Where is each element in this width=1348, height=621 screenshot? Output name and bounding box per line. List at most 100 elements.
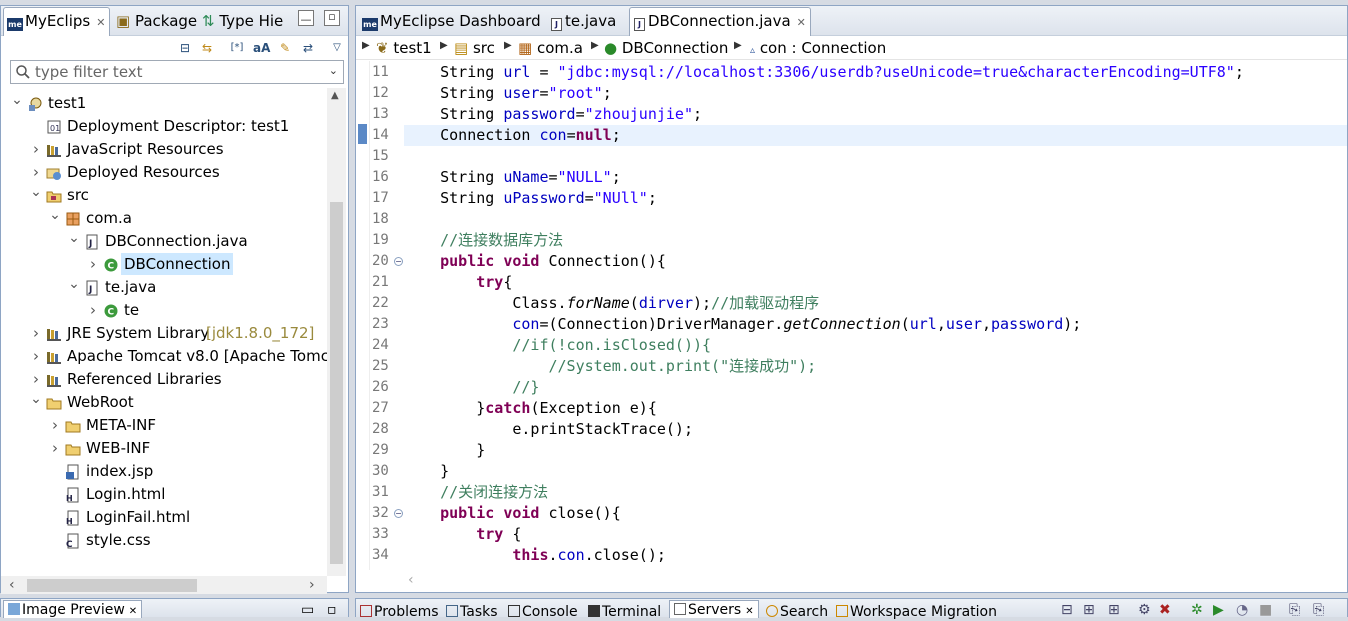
code-line[interactable]: } — [404, 440, 1347, 461]
tree-item[interactable]: › JavaScript Resources — [1, 138, 327, 160]
tree-item[interactable]: H LoginFail.html — [1, 506, 327, 528]
code-line[interactable]: String uPassword="NUll"; — [404, 188, 1347, 209]
filter-box[interactable]: ⌄ — [10, 60, 344, 84]
tab-te-java[interactable]: Jte.java — [547, 8, 620, 34]
clean-icon[interactable]: ⎘ — [1313, 601, 1324, 619]
configure-icon[interactable]: ⚙ — [1138, 601, 1151, 619]
tab-search[interactable]: Search — [766, 603, 828, 621]
tree-item[interactable]: ⌄ com.a — [1, 207, 327, 229]
breadcrumb-src[interactable]: ▤ src — [454, 39, 495, 57]
chevron-right-icon[interactable]: › — [87, 299, 99, 321]
tree-item[interactable]: ⌄ src — [1, 184, 327, 206]
tree-item[interactable]: ⌄ Jte.java — [1, 276, 327, 298]
maximize-button[interactable]: ▫ — [327, 601, 337, 619]
profile-server-icon[interactable]: ◔ — [1236, 601, 1248, 619]
scroll-left-icon[interactable]: ‹ — [9, 577, 15, 593]
tree-item[interactable]: ⌄ WebRoot — [1, 391, 327, 413]
code-line[interactable] — [404, 146, 1347, 167]
code-line[interactable]: e.printStackTrace(); — [404, 419, 1347, 440]
code-line[interactable]: public void Connection(){ — [404, 251, 1347, 272]
code-line[interactable] — [404, 209, 1347, 230]
maximize-button[interactable]: ▫ — [324, 10, 340, 26]
close-icon[interactable]: ✕ — [96, 16, 105, 29]
close-icon[interactable]: ✕ — [797, 16, 806, 29]
tab-terminal[interactable]: Terminal — [588, 603, 661, 621]
scroll-thumb[interactable] — [330, 202, 343, 564]
code-line[interactable]: //if(!con.isClosed()){ — [404, 335, 1347, 356]
filter-icon[interactable]: [*] — [229, 40, 245, 56]
code-line[interactable]: //} — [404, 377, 1347, 398]
code-line[interactable]: //System.out.print("连接成功"); — [404, 356, 1347, 377]
tab-servers[interactable]: Servers ✕ — [669, 600, 759, 618]
tab-problems[interactable]: Problems — [360, 603, 439, 621]
close-icon[interactable]: ✕ — [129, 606, 137, 617]
code-line[interactable]: this.con.close(); — [404, 545, 1347, 566]
tree-item[interactable]: ⌄ J DBConnection.java — [1, 230, 327, 252]
fold-toggle-icon[interactable]: − — [394, 257, 403, 266]
expand-icon[interactable]: ⊞ — [1083, 601, 1095, 619]
tree-item[interactable]: › Deployed Resources — [1, 161, 327, 183]
publish-icon[interactable]: ⎘ — [1289, 601, 1300, 619]
chevron-right-icon[interactable]: › — [30, 345, 42, 367]
code-area[interactable]: String url = "jdbc:mysql://localhost:330… — [404, 61, 1347, 570]
breadcrumb-project[interactable]: ❦ test1 — [376, 39, 432, 57]
collapse-all-icon[interactable]: ⊟ — [177, 40, 193, 56]
minimize-button[interactable]: — — [298, 10, 314, 26]
pin-icon[interactable]: ✎ — [277, 40, 293, 56]
tree-item[interactable]: Cstyle.css — [1, 529, 327, 551]
chevron-down-icon[interactable]: ⌄ — [68, 276, 80, 292]
tab-image-preview[interactable]: Image Preview ✕ — [3, 600, 143, 618]
tree-item[interactable]: index.jsp — [1, 460, 327, 482]
tree-item[interactable]: › WEB-INF — [1, 437, 327, 459]
minimize-button[interactable]: ▭ — [301, 601, 314, 619]
code-line[interactable]: Class.forName(dirver);//加载驱动程序 — [404, 293, 1347, 314]
code-line[interactable]: String url = "jdbc:mysql://localhost:330… — [404, 62, 1347, 83]
tab-workspace-migration[interactable]: Workspace Migration — [836, 603, 997, 621]
code-line[interactable]: Connection con=null; — [404, 125, 1347, 146]
scroll-left-icon[interactable]: ‹ — [408, 572, 414, 588]
chevron-right-icon[interactable]: › — [49, 414, 61, 436]
scroll-right-icon[interactable]: › — [309, 577, 315, 593]
text-size-icon[interactable]: aA — [253, 40, 270, 56]
link-with-editor-icon[interactable]: ⇆ — [199, 40, 215, 56]
chevron-right-icon[interactable]: › — [30, 322, 42, 344]
chevron-down-icon[interactable]: ⌄ — [11, 92, 23, 108]
tree-item[interactable]: 01 Deployment Descriptor: test1 — [1, 115, 327, 137]
code-line[interactable]: public void close(){ — [404, 503, 1347, 524]
chevron-right-icon[interactable]: › — [30, 161, 42, 183]
tree-vertical-scrollbar[interactable]: ▲ — [327, 88, 346, 576]
chevron-right-icon[interactable]: › — [49, 437, 61, 459]
filter-input[interactable] — [35, 63, 315, 81]
chevron-right-icon[interactable]: › — [30, 368, 42, 390]
chevron-down-icon[interactable]: ⌄ — [68, 230, 80, 246]
breadcrumb-package[interactable]: ▦ com.a — [518, 39, 583, 57]
code-line[interactable]: try{ — [404, 272, 1347, 293]
tab-tasks[interactable]: Tasks — [446, 603, 498, 621]
code-line[interactable]: con=(Connection)DriverManager.getConnect… — [404, 314, 1347, 335]
code-line[interactable]: String user="root"; — [404, 83, 1347, 104]
start-server-icon[interactable]: ▶ — [1213, 601, 1224, 619]
chevron-down-icon[interactable]: ⌄ — [49, 207, 61, 223]
fold-toggle-icon[interactable]: − — [394, 509, 403, 518]
add-icon[interactable]: ⊞ — [1108, 601, 1120, 619]
chevron-down-icon[interactable]: ⌄ — [30, 184, 42, 200]
stop-server-icon[interactable]: ■ — [1259, 601, 1272, 619]
collapse-icon[interactable]: ⊟ — [1061, 601, 1073, 619]
sync-icon[interactable]: ⇄ — [300, 40, 316, 56]
tab-dbconnection-java[interactable]: J DBConnection.java ✕ — [629, 7, 811, 36]
tree-item[interactable]: › Referenced Libraries — [1, 368, 327, 390]
chevron-down-icon[interactable]: ⌄ — [30, 391, 42, 407]
tree-item[interactable]: › C DBConnection — [1, 253, 327, 275]
tree-horizontal-scrollbar[interactable]: ‹ › — [1, 576, 327, 594]
code-line[interactable]: try { — [404, 524, 1347, 545]
code-line[interactable]: String uName="NULL"; — [404, 167, 1347, 188]
tab-package-explorer[interactable]: ▣ Package — [116, 8, 197, 34]
view-menu-chevron-down-icon[interactable]: ▽ — [329, 40, 345, 56]
tree-item[interactable]: › Apache Tomcat v8.0 [Apache Tomc — [1, 345, 327, 367]
tree-item[interactable]: › Cte — [1, 299, 327, 321]
code-line[interactable]: //连接数据库方法 — [404, 230, 1347, 251]
close-icon[interactable]: ✕ — [745, 606, 753, 617]
chevron-right-icon[interactable]: › — [30, 138, 42, 160]
scroll-thumb[interactable] — [27, 579, 197, 592]
tree-item[interactable]: H Login.html — [1, 483, 327, 505]
